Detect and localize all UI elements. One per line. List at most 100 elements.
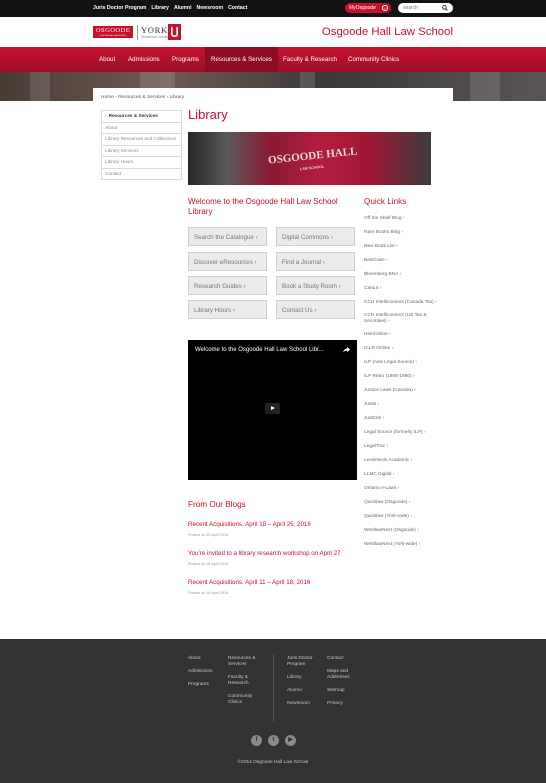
footer-link[interactable]: Privacy xyxy=(327,701,363,707)
quick-link[interactable]: BestCase › xyxy=(364,258,444,264)
sidebar-item-contact[interactable]: Contact xyxy=(101,168,182,180)
nav-about[interactable]: About xyxy=(99,47,115,72)
info-icon: i xyxy=(382,5,388,11)
blog-post-title[interactable]: Recent Acquisitions, April 11 – April 18… xyxy=(188,579,310,586)
quick-link[interactable]: Quicklaw (York-wide) › xyxy=(364,514,444,520)
footer-link[interactable]: Library xyxy=(287,675,323,681)
twitter-icon[interactable]: t xyxy=(268,735,279,746)
blog-post-date: Posted on 18 April 2016 xyxy=(188,562,229,566)
school-name[interactable]: Osgoode Hall Law School xyxy=(322,26,453,38)
breadcrumb-resources[interactable]: Resources & Services xyxy=(118,95,165,100)
blog-post-title[interactable]: You’re invited to a library research wor… xyxy=(188,550,340,557)
facebook-icon[interactable]: f xyxy=(251,735,262,746)
footer-link[interactable]: Newsroom xyxy=(287,701,323,707)
top-link-alumni[interactable]: Alumni xyxy=(174,5,192,11)
quick-link[interactable]: Quicklaw (Osgoode) › xyxy=(364,500,444,506)
footer-link[interactable]: Contact xyxy=(327,656,363,662)
search-box[interactable] xyxy=(398,3,453,13)
quick-link[interactable]: JustCite › xyxy=(364,416,444,422)
footer-col-1: About Admissions Programs xyxy=(188,656,222,695)
footer-link[interactable]: Juris Doctor Program xyxy=(287,656,323,668)
footer-link[interactable]: Resources & Services xyxy=(228,656,266,668)
site-header: OSGOODE OSGOODE HALL LAW SCHOOL YORK UNI… xyxy=(0,17,546,47)
york-u-logo-icon[interactable] xyxy=(168,24,181,40)
library-hours-button[interactable]: Library Hours › xyxy=(188,300,267,319)
quick-link[interactable]: CCH Intelliconnect (Canada Tax) › xyxy=(364,300,444,306)
sidebar-item-about[interactable]: About xyxy=(101,122,182,134)
sidebar-header[interactable]: ‹ Resources & Services xyxy=(101,110,182,123)
video-player[interactable]: Welcome to the Osgoode Hall Law School L… xyxy=(188,340,357,480)
nav-faculty-research[interactable]: Faculty & Research xyxy=(283,47,337,72)
nav-resources-services[interactable]: Resources & Services xyxy=(205,47,278,72)
book-study-room-button[interactable]: Book a Study Room › xyxy=(276,276,355,295)
nav-programs[interactable]: Programs xyxy=(172,47,199,72)
footer-link[interactable]: Faculty & Research xyxy=(228,675,266,687)
search-catalogue-button[interactable]: Search the Catalogue › xyxy=(188,227,267,246)
quick-link[interactable]: New Book List › xyxy=(364,244,444,250)
blog-post-title[interactable]: Recent Acquisitions, April 18 – April 25… xyxy=(188,521,311,528)
welcome-heading: Welcome to the Osgoode Hall Law School L… xyxy=(188,197,338,216)
research-guides-button[interactable]: Research Guides › xyxy=(188,276,267,295)
search-input[interactable] xyxy=(403,5,439,11)
quick-link[interactable]: Justice Laws (Canada) › xyxy=(364,388,444,394)
footer-divider xyxy=(273,654,274,722)
top-link-newsroom[interactable]: Newsroom xyxy=(197,5,224,11)
quick-link[interactable]: HeinOnline › xyxy=(364,332,444,338)
discover-eresources-button[interactable]: Discover eResources › xyxy=(188,252,267,271)
footer-link[interactable]: Programs xyxy=(188,682,222,688)
york-logo-text[interactable]: YORK xyxy=(141,25,168,35)
footer-link[interactable]: Maps and Addresses xyxy=(327,669,363,681)
site-footer: About Admissions Programs Resources & Se… xyxy=(0,639,546,783)
quick-link[interactable]: Ontario e-Laws › xyxy=(364,486,444,492)
youtube-icon[interactable]: ▶ xyxy=(285,735,296,746)
sidebar-item-library-services[interactable]: Library Services xyxy=(101,145,182,157)
quick-link[interactable]: Off the Shelf Blog › xyxy=(364,216,444,222)
osgoode-logo[interactable]: OSGOODE OSGOODE HALL LAW SCHOOL xyxy=(93,26,133,38)
video-title[interactable]: Welcome to the Osgoode Hall Law School L… xyxy=(195,347,324,353)
share-icon[interactable] xyxy=(343,346,350,353)
quick-link[interactable]: ILP (now Legal Source) › xyxy=(364,360,444,366)
top-link-library[interactable]: Library xyxy=(151,5,169,11)
banner-shirt-subtext: LAW SCHOOL xyxy=(299,164,325,172)
quick-link[interactable]: Bloomberg BNA › xyxy=(364,272,444,278)
main-nav: About Admissions Programs Resources & Se… xyxy=(0,47,546,72)
page-title: Library xyxy=(188,107,228,122)
banner-shirt-text: OSGOODE HALL xyxy=(267,145,358,167)
quick-link[interactable]: LegalTrac › xyxy=(364,444,444,450)
footer-link[interactable]: About xyxy=(188,656,222,662)
quick-link[interactable]: ILP Retro (1908-1980) › xyxy=(364,374,444,380)
contact-us-button[interactable]: Contact Us › xyxy=(276,300,355,319)
top-link-contact[interactable]: Contact xyxy=(228,5,247,11)
logo-divider xyxy=(137,25,138,40)
search-icon[interactable] xyxy=(442,5,448,11)
quick-link[interactable]: ICLR Online › xyxy=(364,346,444,352)
play-button[interactable] xyxy=(265,403,280,414)
quick-link[interactable]: CCH Intelliconnect (US Tax & Securities)… xyxy=(364,313,444,325)
breadcrumb: Home › Resources & Services › Library xyxy=(101,95,185,100)
nav-community-clinics[interactable]: Community Clinics xyxy=(348,47,399,72)
digital-commons-button[interactable]: Digital Commons › xyxy=(276,227,355,246)
footer-link[interactable]: Alumni xyxy=(287,688,323,694)
footer-col-2: Resources & Services Faculty & Research … xyxy=(228,656,266,713)
quick-link[interactable]: LLMC Digital › xyxy=(364,472,444,478)
quick-link[interactable]: CanLII › xyxy=(364,286,444,292)
footer-col-4: Contact Maps and Addresses Sitemap Priva… xyxy=(327,656,363,714)
quick-link[interactable]: Legal Source (formerly ILP) › xyxy=(364,430,444,436)
footer-link[interactable]: Community Clinics xyxy=(228,694,266,706)
quick-link[interactable]: Rare Books Blog › xyxy=(364,230,444,236)
nav-admissions[interactable]: Admissions xyxy=(128,47,160,72)
sidebar-item-resources-collections[interactable]: Library Resources and Collections xyxy=(101,134,182,146)
quick-link[interactable]: LexisNexis Academic › xyxy=(364,458,444,464)
chevron-left-icon: ‹ xyxy=(105,113,107,118)
find-journal-button[interactable]: Find a Journal › xyxy=(276,252,355,271)
top-link-juris-doctor[interactable]: Juris Doctor Program xyxy=(93,5,146,11)
quick-link[interactable]: WestlawNext (Osgoode) › xyxy=(364,528,444,534)
footer-link[interactable]: Admissions xyxy=(188,669,222,675)
breadcrumb-home[interactable]: Home xyxy=(101,95,114,100)
breadcrumb-current: Library xyxy=(169,95,185,100)
footer-link[interactable]: Sitemap xyxy=(327,688,363,694)
myosgoode-button[interactable]: MyOsgoode i xyxy=(345,3,391,13)
quick-link[interactable]: Justis › xyxy=(364,402,444,408)
quick-link[interactable]: WestlawNext (York-wide) › xyxy=(364,542,444,548)
sidebar-item-library-hours[interactable]: Library Hours xyxy=(101,157,182,169)
